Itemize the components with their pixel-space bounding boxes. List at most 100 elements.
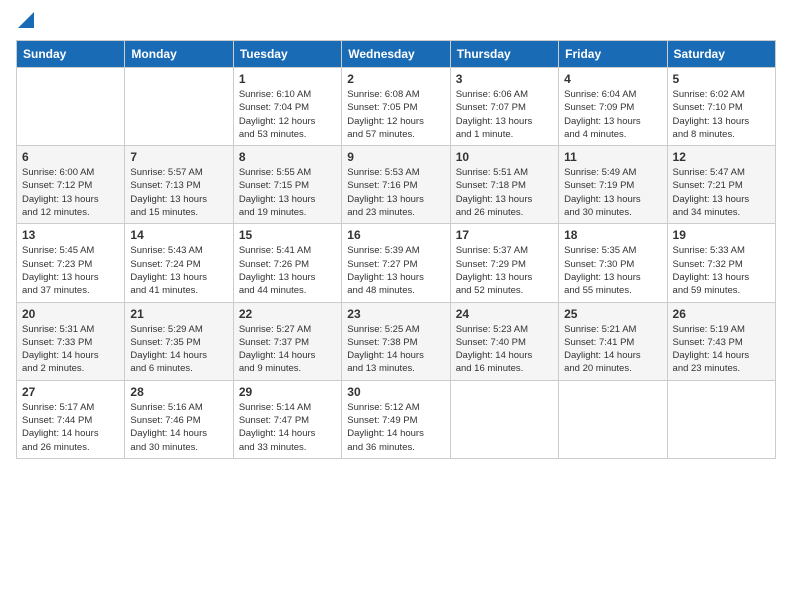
calendar-cell: 28 Sunrise: 5:16 AM Sunset: 7:46 PM Dayli… [125,380,233,458]
calendar-cell: 5Sunrise: 6:02 AM Sunset: 7:10 PM Daylig… [667,68,775,146]
calendar-cell: 27 Sunrise: 5:17 AM Sunset: 7:44 PM Dayli… [17,380,125,458]
calendar-cell: 18Sunrise: 5:35 AM Sunset: 7:30 PM Dayli… [559,224,667,302]
calendar-week-row: 13 Sunrise: 5:45 AM Sunset: 7:23 PM Dayli… [17,224,776,302]
calendar-cell: 26 Sunrise: 5:19 AM Sunset: 7:43 PM Dayli… [667,302,775,380]
day-info: Sunrise: 5:31 AM Sunset: 7:33 PM Dayligh… [22,323,119,376]
day-info: Sunrise: 5:27 AM Sunset: 7:37 PM Dayligh… [239,323,336,376]
day-number: 13 [22,228,119,242]
day-number: 9 [347,150,444,164]
day-info: Sunrise: 6:04 AM Sunset: 7:09 PM Dayligh… [564,88,661,141]
calendar-cell: 29 Sunrise: 5:14 AM Sunset: 7:47 PM Dayli… [233,380,341,458]
calendar-cell [17,68,125,146]
day-number: 12 [673,150,770,164]
weekday-header-sunday: Sunday [17,41,125,68]
calendar-cell: 2Sunrise: 6:08 AM Sunset: 7:05 PM Daylig… [342,68,450,146]
weekday-header-monday: Monday [125,41,233,68]
weekday-header-thursday: Thursday [450,41,558,68]
weekday-header-tuesday: Tuesday [233,41,341,68]
calendar-cell: 25 Sunrise: 5:21 AM Sunset: 7:41 PM Dayli… [559,302,667,380]
calendar-cell: 24 Sunrise: 5:23 AM Sunset: 7:40 PM Dayli… [450,302,558,380]
calendar-table: SundayMondayTuesdayWednesdayThursdayFrid… [16,40,776,459]
calendar-cell: 8 Sunrise: 5:55 AM Sunset: 7:15 PM Daylig… [233,146,341,224]
day-info: Sunrise: 5:55 AM Sunset: 7:15 PM Dayligh… [239,166,336,219]
day-number: 24 [456,307,553,321]
calendar-week-row: 27 Sunrise: 5:17 AM Sunset: 7:44 PM Dayli… [17,380,776,458]
logo-triangle-icon [18,12,34,28]
day-number: 25 [564,307,661,321]
day-number: 4 [564,72,661,86]
calendar-cell: 10Sunrise: 5:51 AM Sunset: 7:18 PM Dayli… [450,146,558,224]
day-info: Sunrise: 5:39 AM Sunset: 7:27 PM Dayligh… [347,244,444,297]
day-info: Sunrise: 5:29 AM Sunset: 7:35 PM Dayligh… [130,323,227,376]
calendar-cell: 20 Sunrise: 5:31 AM Sunset: 7:33 PM Dayli… [17,302,125,380]
day-number: 26 [673,307,770,321]
day-info: Sunrise: 5:37 AM Sunset: 7:29 PM Dayligh… [456,244,553,297]
day-number: 20 [22,307,119,321]
day-info: Sunrise: 5:17 AM Sunset: 7:44 PM Dayligh… [22,401,119,454]
calendar-cell: 22Sunrise: 5:27 AM Sunset: 7:37 PM Dayli… [233,302,341,380]
day-info: Sunrise: 6:02 AM Sunset: 7:10 PM Dayligh… [673,88,770,141]
day-info: Sunrise: 5:23 AM Sunset: 7:40 PM Dayligh… [456,323,553,376]
day-info: Sunrise: 5:16 AM Sunset: 7:46 PM Dayligh… [130,401,227,454]
calendar-week-row: 6 Sunrise: 6:00 AM Sunset: 7:12 PM Daylig… [17,146,776,224]
day-number: 16 [347,228,444,242]
day-number: 14 [130,228,227,242]
calendar-cell [125,68,233,146]
day-info: Sunrise: 5:19 AM Sunset: 7:43 PM Dayligh… [673,323,770,376]
calendar-cell: 9 Sunrise: 5:53 AM Sunset: 7:16 PM Daylig… [342,146,450,224]
day-number: 15 [239,228,336,242]
day-info: Sunrise: 5:43 AM Sunset: 7:24 PM Dayligh… [130,244,227,297]
day-number: 11 [564,150,661,164]
day-number: 8 [239,150,336,164]
calendar-cell [450,380,558,458]
calendar-cell [667,380,775,458]
day-info: Sunrise: 5:41 AM Sunset: 7:26 PM Dayligh… [239,244,336,297]
calendar-cell: 23 Sunrise: 5:25 AM Sunset: 7:38 PM Dayli… [342,302,450,380]
day-number: 2 [347,72,444,86]
calendar-cell: 4 Sunrise: 6:04 AM Sunset: 7:09 PM Daylig… [559,68,667,146]
day-number: 19 [673,228,770,242]
calendar-cell: 3Sunrise: 6:06 AM Sunset: 7:07 PM Daylig… [450,68,558,146]
day-info: Sunrise: 5:12 AM Sunset: 7:49 PM Dayligh… [347,401,444,454]
calendar-cell [559,380,667,458]
day-info: Sunrise: 6:06 AM Sunset: 7:07 PM Dayligh… [456,88,553,141]
day-info: Sunrise: 5:49 AM Sunset: 7:19 PM Dayligh… [564,166,661,219]
day-info: Sunrise: 5:57 AM Sunset: 7:13 PM Dayligh… [130,166,227,219]
calendar-week-row: 1Sunrise: 6:10 AM Sunset: 7:04 PM Daylig… [17,68,776,146]
calendar-cell: 11 Sunrise: 5:49 AM Sunset: 7:19 PM Dayli… [559,146,667,224]
day-info: Sunrise: 5:25 AM Sunset: 7:38 PM Dayligh… [347,323,444,376]
day-info: Sunrise: 5:47 AM Sunset: 7:21 PM Dayligh… [673,166,770,219]
day-info: Sunrise: 5:21 AM Sunset: 7:41 PM Dayligh… [564,323,661,376]
day-number: 6 [22,150,119,164]
calendar-week-row: 20 Sunrise: 5:31 AM Sunset: 7:33 PM Dayli… [17,302,776,380]
day-number: 10 [456,150,553,164]
day-info: Sunrise: 5:45 AM Sunset: 7:23 PM Dayligh… [22,244,119,297]
calendar-cell: 7Sunrise: 5:57 AM Sunset: 7:13 PM Daylig… [125,146,233,224]
day-number: 23 [347,307,444,321]
calendar-cell: 15 Sunrise: 5:41 AM Sunset: 7:26 PM Dayli… [233,224,341,302]
day-number: 21 [130,307,227,321]
calendar-cell: 17 Sunrise: 5:37 AM Sunset: 7:29 PM Dayli… [450,224,558,302]
calendar-cell: 21 Sunrise: 5:29 AM Sunset: 7:35 PM Dayli… [125,302,233,380]
day-number: 17 [456,228,553,242]
weekday-header-wednesday: Wednesday [342,41,450,68]
weekday-header-saturday: Saturday [667,41,775,68]
calendar-cell: 1Sunrise: 6:10 AM Sunset: 7:04 PM Daylig… [233,68,341,146]
calendar-cell: 30 Sunrise: 5:12 AM Sunset: 7:49 PM Dayli… [342,380,450,458]
calendar-cell: 6 Sunrise: 6:00 AM Sunset: 7:12 PM Daylig… [17,146,125,224]
day-number: 27 [22,385,119,399]
day-info: Sunrise: 5:53 AM Sunset: 7:16 PM Dayligh… [347,166,444,219]
calendar-cell: 16 Sunrise: 5:39 AM Sunset: 7:27 PM Dayli… [342,224,450,302]
calendar-cell: 19Sunrise: 5:33 AM Sunset: 7:32 PM Dayli… [667,224,775,302]
day-number: 28 [130,385,227,399]
day-number: 29 [239,385,336,399]
day-info: Sunrise: 5:14 AM Sunset: 7:47 PM Dayligh… [239,401,336,454]
day-info: Sunrise: 6:10 AM Sunset: 7:04 PM Dayligh… [239,88,336,141]
day-info: Sunrise: 6:00 AM Sunset: 7:12 PM Dayligh… [22,166,119,219]
weekday-header-row: SundayMondayTuesdayWednesdayThursdayFrid… [17,41,776,68]
day-number: 30 [347,385,444,399]
calendar-cell: 13 Sunrise: 5:45 AM Sunset: 7:23 PM Dayli… [17,224,125,302]
day-info: Sunrise: 5:35 AM Sunset: 7:30 PM Dayligh… [564,244,661,297]
weekday-header-friday: Friday [559,41,667,68]
page-header [16,16,776,28]
